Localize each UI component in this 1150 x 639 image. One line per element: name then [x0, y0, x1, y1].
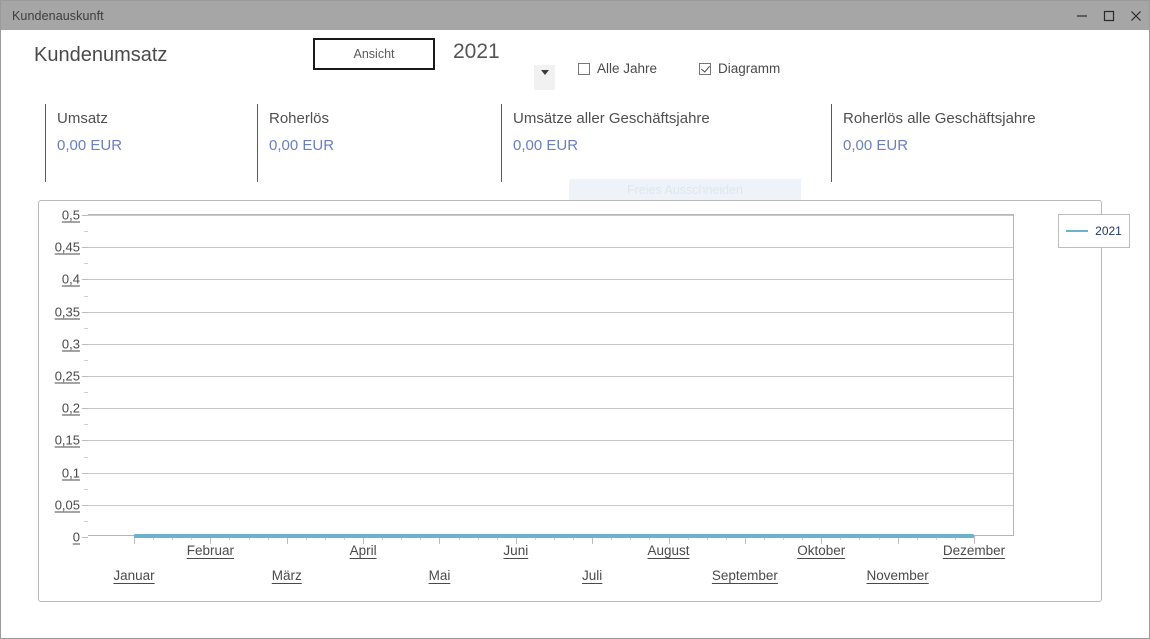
y-axis-minor-tick	[84, 295, 88, 297]
y-gridline	[88, 504, 1013, 506]
y-axis-tick	[82, 279, 88, 281]
chart-series-line	[134, 534, 974, 538]
y-gridline	[88, 215, 1013, 216]
kpi-value: 0,00 EUR	[513, 137, 579, 154]
y-axis-minor-tick	[84, 359, 88, 361]
x-axis-label[interactable]: August	[648, 543, 690, 558]
close-icon[interactable]	[1122, 1, 1149, 30]
y-gridline	[88, 408, 1013, 410]
y-axis-label[interactable]: 0,15	[55, 433, 80, 448]
x-axis-label[interactable]: Dezember	[943, 543, 1005, 558]
y-axis-tick	[82, 343, 88, 345]
y-axis-tick	[82, 215, 88, 216]
y-gridline	[88, 440, 1013, 442]
minimize-icon[interactable]	[1068, 1, 1095, 30]
year-value[interactable]: 2021	[453, 40, 500, 64]
kpi-value: 0,00 EUR	[269, 137, 335, 154]
title-bar: Kundenauskunft	[1, 1, 1149, 30]
checkbox-diagramm[interactable]: Diagramm	[699, 61, 780, 76]
y-axis-label[interactable]: 0,1	[62, 465, 80, 480]
y-axis-tick	[82, 537, 88, 538]
y-axis-minor-tick	[84, 392, 88, 394]
y-axis-minor-tick	[84, 424, 88, 426]
y-axis-tick	[82, 408, 88, 410]
y-gridline	[88, 343, 1013, 345]
kpi-label: Roherlös	[269, 110, 330, 127]
x-axis-label[interactable]: Juli	[582, 568, 602, 583]
y-axis-label[interactable]: 0,2	[62, 401, 80, 416]
kpi-label: Umsätze aller Geschäftsjahre	[513, 110, 710, 127]
application-window: Kundenauskunft Kundenumsatz Ansicht 2021…	[0, 0, 1150, 639]
view-button[interactable]: Ansicht	[313, 38, 435, 70]
y-gridline	[88, 279, 1013, 281]
y-axis-label[interactable]: 0	[73, 530, 80, 545]
y-gridline	[88, 472, 1013, 474]
x-axis-label[interactable]: November	[866, 568, 928, 583]
window-title: Kundenauskunft	[12, 8, 104, 23]
kpi-card-umsaetze-alle-geschaeftsjahre: Umsätze aller Geschäftsjahre 0,00 EUR	[501, 104, 831, 182]
kpi-label: Roherlös alle Geschäftsjahre	[843, 110, 1036, 127]
y-axis-tick	[82, 376, 88, 377]
y-axis-label[interactable]: 0,45	[55, 240, 80, 255]
y-axis-tick	[82, 504, 88, 506]
kpi-label: Umsatz	[57, 110, 108, 127]
y-axis-minor-tick	[84, 456, 88, 458]
x-axis-label[interactable]: Oktober	[797, 543, 845, 558]
chevron-down-icon[interactable]	[534, 65, 555, 90]
y-axis-label[interactable]: 0,3	[62, 336, 80, 351]
y-axis-tick	[82, 311, 88, 313]
x-axis-label[interactable]: Mai	[429, 568, 451, 583]
x-axis-label[interactable]: Februar	[187, 543, 234, 558]
kpi-value: 0,00 EUR	[843, 137, 909, 154]
maximize-icon[interactable]	[1095, 1, 1122, 30]
page-title: Kundenumsatz	[34, 44, 168, 66]
y-axis-label[interactable]: 0,35	[55, 304, 80, 319]
kpi-value: 0,00 EUR	[57, 137, 123, 154]
y-axis-minor-tick	[84, 488, 88, 490]
y-axis-label[interactable]: 0,4	[62, 272, 80, 287]
legend-color-swatch	[1066, 230, 1089, 232]
kpi-card-roherloes: Roherlös 0,00 EUR	[257, 104, 501, 182]
kpi-card-roherloes-alle-geschaeftsjahre: Roherlös alle Geschäftsjahre 0,00 EUR	[831, 104, 1111, 182]
chart-legend[interactable]: 2021	[1058, 214, 1130, 248]
y-axis-tick	[82, 440, 88, 442]
header-toolbar: Kundenumsatz Ansicht 2021 Alle Jahre Dia…	[1, 30, 1149, 92]
kpi-card-umsatz: Umsatz 0,00 EUR	[45, 104, 257, 182]
x-axis-label[interactable]: März	[272, 568, 302, 583]
y-axis-minor-tick	[84, 231, 88, 233]
x-axis-label[interactable]: April	[350, 543, 377, 558]
window-controls	[1068, 1, 1149, 30]
checkbox-label-alle-jahre: Alle Jahre	[597, 61, 658, 76]
y-axis-minor-tick	[84, 520, 88, 522]
x-axis-label[interactable]: September	[712, 568, 778, 583]
x-axis-label[interactable]: Januar	[113, 568, 154, 583]
y-gridline	[88, 311, 1013, 313]
y-axis-label[interactable]: 0,5	[62, 208, 80, 223]
y-gridline	[88, 376, 1013, 377]
y-axis-tick	[82, 247, 88, 249]
chart-plot-area: 0 0,05 0,1 0,15 0,2 0,25 0,3 0,35 0,4 0,45 0,5	[55, 208, 1014, 545]
y-axis-label[interactable]: 0,25	[55, 369, 80, 384]
x-axis-label[interactable]: Juni	[503, 543, 528, 558]
checkbox-alle-jahre[interactable]: Alle Jahre	[578, 61, 657, 76]
kpi-row: Umsatz 0,00 EUR Roherlös 0,00 EUR Umsätz…	[1, 104, 1149, 182]
y-gridline	[88, 247, 1013, 249]
legend-label: 2021	[1095, 224, 1122, 238]
y-axis-label[interactable]: 0,05	[55, 497, 80, 512]
snip-tool-ghost-label: Freies Ausschneiden	[569, 179, 801, 201]
y-axis-tick	[82, 472, 88, 474]
y-axis-minor-tick	[84, 327, 88, 329]
chart-card: 0 0,05 0,1 0,15 0,2 0,25 0,3 0,35 0,4 0,45 0,5 202…	[38, 200, 1130, 602]
checkbox-box-diagramm	[699, 62, 711, 75]
y-axis-minor-tick	[84, 263, 88, 265]
checkbox-label-diagramm: Diagramm	[718, 61, 781, 76]
checkbox-box-alle-jahre	[578, 62, 590, 75]
